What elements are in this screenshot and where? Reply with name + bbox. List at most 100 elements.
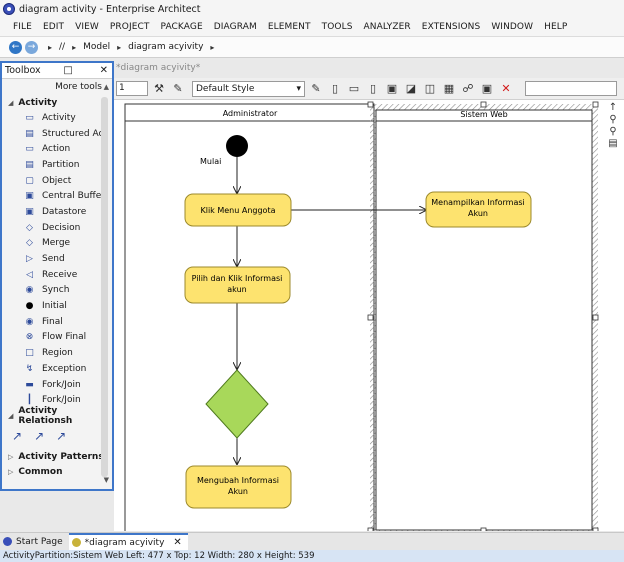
tool-central-buffer[interactable]: ▣ Central Buffe [2, 188, 102, 204]
close-icon[interactable]: ✕ [100, 65, 108, 76]
central-buffer-icon: ▣ [25, 191, 34, 202]
bring-front-icon[interactable]: ◪ [403, 81, 419, 97]
tool-send[interactable]: ▷ Send [2, 251, 102, 267]
action-pilih-klik-informasi-akun[interactable]: Pilih dan Klik Informasi akun [184, 266, 291, 304]
toolbar-search-input[interactable] [525, 81, 617, 96]
menu-file[interactable]: FILE [13, 22, 32, 32]
control-flow-icon[interactable]: ↗ [12, 429, 22, 443]
style-select[interactable]: Default Style [192, 80, 305, 97]
tool-datastore[interactable]: ▣ Datastore [2, 204, 102, 220]
tool-synch[interactable]: ◉ Synch [2, 283, 102, 299]
section-activity[interactable]: ◢ Activity [2, 95, 112, 110]
tool-merge[interactable]: ◇ Merge [2, 236, 102, 252]
tool-activity[interactable]: ▭ Activity [2, 110, 102, 126]
resize-handle[interactable] [592, 314, 599, 321]
breadcrumb-model[interactable]: Model [83, 42, 110, 52]
action-mengubah-informasi-akun[interactable]: Mengubah Informasi Akun [185, 465, 292, 509]
status-bar: ActivityPartition:Sistem Web Left: 477 x… [0, 550, 624, 562]
resize-handle[interactable] [367, 527, 374, 531]
structured-activity-icon: ▤ [25, 128, 34, 139]
resize-handle[interactable] [480, 527, 487, 531]
menu-analyzer[interactable]: ANALYZER [364, 22, 411, 32]
tab-start-page[interactable]: Start Page [0, 533, 69, 550]
eyedropper-icon[interactable]: ✎ [170, 81, 186, 97]
zoom-icon[interactable]: ⚲ [604, 126, 622, 138]
action-menampilkan-informasi-akun[interactable]: Menampilkan Informasi Akun [425, 191, 532, 228]
forward-icon[interactable]: → [25, 40, 38, 54]
outline-icon[interactable]: ▤ [604, 138, 622, 150]
section-activity-relationships[interactable]: ◢ Activity Relationsh [2, 406, 112, 426]
tool-region[interactable]: □ Region [2, 345, 102, 361]
diagram-canvas[interactable]: Administrator Sistem Web Mulai Klik Menu… [114, 100, 624, 531]
menu-project[interactable]: PROJECT [110, 22, 150, 32]
maximize-icon[interactable]: □ [63, 65, 72, 76]
diagram-tab-title[interactable]: *diagram acyivity* [116, 63, 200, 73]
breadcrumb-root[interactable]: // [59, 42, 65, 52]
close-tab-icon[interactable]: ✕ [173, 537, 181, 548]
decision-node[interactable] [205, 369, 269, 439]
menu-edit[interactable]: EDIT [43, 22, 64, 32]
menu-view[interactable]: VIEW [75, 22, 99, 32]
layout-icon[interactable]: ▦ [441, 81, 457, 97]
back-icon[interactable]: ← [9, 40, 22, 54]
partition-icon: ▤ [25, 159, 34, 170]
tool-action[interactable]: ▭ Action [2, 141, 102, 157]
align-center-icon[interactable]: ▭ [346, 81, 362, 97]
lane-sistem-web[interactable]: Sistem Web [367, 101, 599, 531]
same-size-icon[interactable]: ▣ [384, 81, 400, 97]
menu-diagram[interactable]: DIAGRAM [214, 22, 257, 32]
initial-node[interactable] [226, 135, 248, 157]
object-flow-icon[interactable]: ↗ [34, 429, 44, 443]
tool-object[interactable]: ▢ Object [2, 173, 102, 189]
chevron-right-icon[interactable]: ▸ [117, 43, 121, 52]
resize-handle[interactable] [592, 527, 599, 531]
object-icon: ▢ [25, 175, 34, 186]
style-brush-icon[interactable]: ✎ [308, 81, 324, 97]
tool-fork-join[interactable]: ▬ Fork/Join [2, 377, 102, 393]
auto-route-icon[interactable]: ☍ [460, 81, 476, 97]
delete-icon[interactable]: ✕ [498, 81, 514, 97]
action-klik-menu-anggota[interactable]: Klik Menu Anggota [184, 193, 292, 227]
interrupt-flow-icon[interactable]: ↗ [56, 429, 66, 443]
chevron-right-icon[interactable]: ▸ [72, 43, 76, 52]
tool-structured-activity[interactable]: ▤ Structured Ac [2, 126, 102, 142]
image-export-icon[interactable]: ▣ [479, 81, 495, 97]
tool-decision[interactable]: ◇ Decision [2, 220, 102, 236]
chevron-right-icon[interactable]: ▸ [48, 43, 52, 52]
window-title: diagram activity - Enterprise Architect [19, 3, 201, 15]
section-common[interactable]: ▷ Common [2, 464, 112, 479]
tab-diagram-acyivity[interactable]: *diagram acyivity ✕ [68, 533, 188, 550]
align-right-icon[interactable]: ▯ [365, 81, 381, 97]
menu-element[interactable]: ELEMENT [268, 22, 311, 32]
pan-icon[interactable]: ⚲ [604, 114, 622, 126]
tool-final[interactable]: ◉ Final [2, 314, 102, 330]
tool-receive[interactable]: ◁ Receive [2, 267, 102, 283]
breadcrumb-diagram[interactable]: diagram acyivity [128, 42, 203, 52]
resize-handle[interactable] [367, 314, 374, 321]
menu-package[interactable]: PACKAGE [161, 22, 203, 32]
more-tools-button[interactable]: More tools [2, 79, 112, 95]
action-icon: ▭ [25, 144, 34, 155]
tool-exception[interactable]: ↯ Exception [2, 361, 102, 377]
tool-partition[interactable]: ▤ Partition [2, 157, 102, 173]
section-activity-patterns[interactable]: ▷ Activity Patterns [2, 449, 112, 464]
tool-initial[interactable]: ● Initial [2, 298, 102, 314]
tool-flow-final[interactable]: ⊗ Flow Final [2, 330, 102, 346]
menu-help[interactable]: HELP [544, 22, 567, 32]
menu-window[interactable]: WINDOW [491, 22, 533, 32]
scroll-down-icon[interactable]: ▼ [104, 476, 109, 484]
arrow-up-icon[interactable]: ↑ [604, 102, 622, 114]
send-back-icon[interactable]: ◫ [422, 81, 438, 97]
resize-handle[interactable] [480, 101, 487, 108]
toolbox-scrollbar[interactable] [101, 97, 108, 477]
align-left-icon[interactable]: ▯ [327, 81, 343, 97]
chevron-right-icon[interactable]: ▸ [210, 43, 214, 52]
zoom-field[interactable]: 1 [116, 81, 148, 96]
lane-sistem-web-label: Sistem Web [460, 110, 507, 119]
menu-tools[interactable]: TOOLS [322, 22, 353, 32]
scroll-up-icon[interactable]: ▲ [104, 83, 109, 91]
menu-extensions[interactable]: EXTENSIONS [422, 22, 481, 32]
resize-handle[interactable] [592, 101, 599, 108]
resize-handle[interactable] [367, 101, 374, 108]
format-painter-icon[interactable]: ⚒ [151, 81, 167, 97]
